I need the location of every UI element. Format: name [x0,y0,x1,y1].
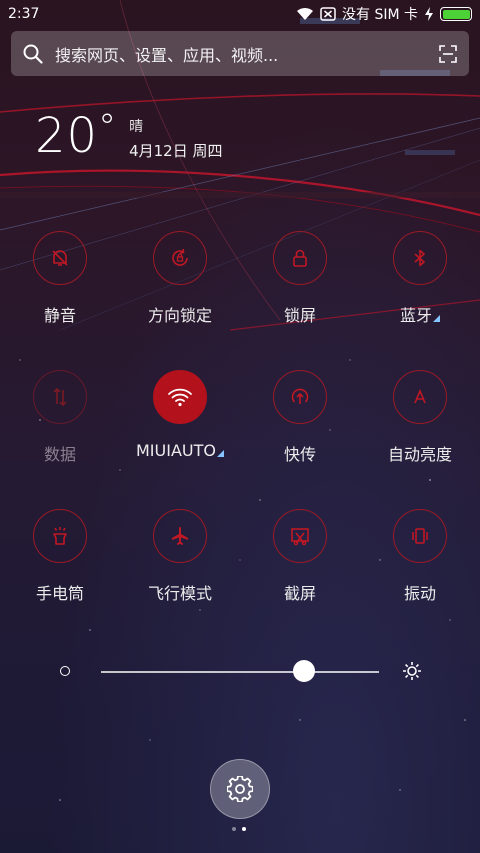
search-icon [23,44,43,64]
toggle-label: 锁屏 [283,306,316,325]
toggle-label: 蓝牙 [360,302,480,326]
toggle-circle [273,370,327,424]
toggle-circle [393,509,447,563]
expand-corner-icon [433,315,440,322]
battery-icon [440,7,472,21]
page-dot [232,827,236,831]
lock-icon [293,249,307,267]
toggle-circle [273,509,327,563]
toggle-label: 快传 [283,445,316,464]
weather-widget[interactable]: 20° 晴 4月12日 周四 [35,107,223,165]
toggle-circle [153,231,207,285]
toggle-label: 方向锁定 [147,306,212,325]
wifi-status-icon [297,7,313,20]
toggle-circle [33,370,87,424]
brightness-high-icon [403,662,421,680]
toggle-label: 数据 [43,445,76,464]
status-bar: 2:37 没有 SIM 卡 [0,0,480,28]
page-indicator [232,827,246,831]
page-dot-active [242,827,246,831]
toggle-lock-screen[interactable]: 锁屏 [240,231,360,326]
brightness-track[interactable] [101,671,379,673]
vibrate-icon [412,528,428,544]
weather-condition: 晴 [129,119,144,135]
toggle-circle [393,370,447,424]
bell-off-icon [52,250,68,266]
toggle-label: 自动亮度 [387,445,452,464]
toggle-circle [33,231,87,285]
toggle-mobile-data[interactable]: 数据 [0,370,120,465]
toggle-label: MIUIAUTO [120,441,240,460]
temperature: 20° [35,107,118,165]
gear-icon [227,776,253,802]
toggle-airplane-mode[interactable]: 飞行模式 [120,509,240,604]
toggle-wifi[interactable]: MIUIAUTO [120,370,240,460]
toggle-circle [153,370,207,424]
settings-button[interactable] [210,759,270,819]
toggle-mute[interactable]: 静音 [0,231,120,326]
toggle-label: 手电筒 [35,584,84,603]
status-time: 2:37 [8,6,40,22]
quick-share-icon [291,388,309,404]
toggle-quick-share[interactable]: 快传 [240,370,360,465]
brightness-thumb[interactable] [292,660,315,682]
mobile-data-icon [53,387,67,407]
search-input[interactable]: 搜索网页、设置、应用、视频... [55,42,439,66]
rotation-lock-icon [172,248,188,266]
carrier-text: 没有 SIM 卡 [342,7,418,23]
screenshot-icon [291,528,309,546]
brightness-low-icon [60,666,70,676]
wifi-icon [168,388,192,407]
flashlight-icon [53,527,67,545]
toggle-circle [393,231,447,285]
scan-icon[interactable] [439,44,457,63]
degree-symbol: ° [98,107,118,148]
toggle-bluetooth[interactable]: 蓝牙 [360,231,480,326]
bluetooth-icon [414,249,425,267]
airplane-icon [172,527,188,545]
toggle-label: 截屏 [283,584,316,603]
toggle-vibrate[interactable]: 振动 [360,509,480,604]
toggle-label: 飞行模式 [147,584,212,603]
toggle-flashlight[interactable]: 手电筒 [0,509,120,604]
charging-icon [425,7,433,21]
toggle-auto-brightness[interactable]: 自动亮度 [360,370,480,465]
search-bar[interactable]: 搜索网页、设置、应用、视频... [11,31,469,76]
auto-brightness-icon [414,388,426,404]
toggle-label: 振动 [403,584,436,603]
expand-corner-icon [216,450,224,457]
no-sim-icon [320,7,336,21]
weather-date: 4月12日 周四 [129,142,223,160]
battery-fill [442,9,470,19]
toggle-circle [153,509,207,563]
toggle-label: 静音 [43,306,76,325]
toggle-screenshot[interactable]: 截屏 [240,509,360,604]
toggle-circle [33,509,87,563]
brightness-slider[interactable] [60,656,430,686]
toggle-circle [273,231,327,285]
toggle-rotation-lock[interactable]: 方向锁定 [120,231,240,326]
